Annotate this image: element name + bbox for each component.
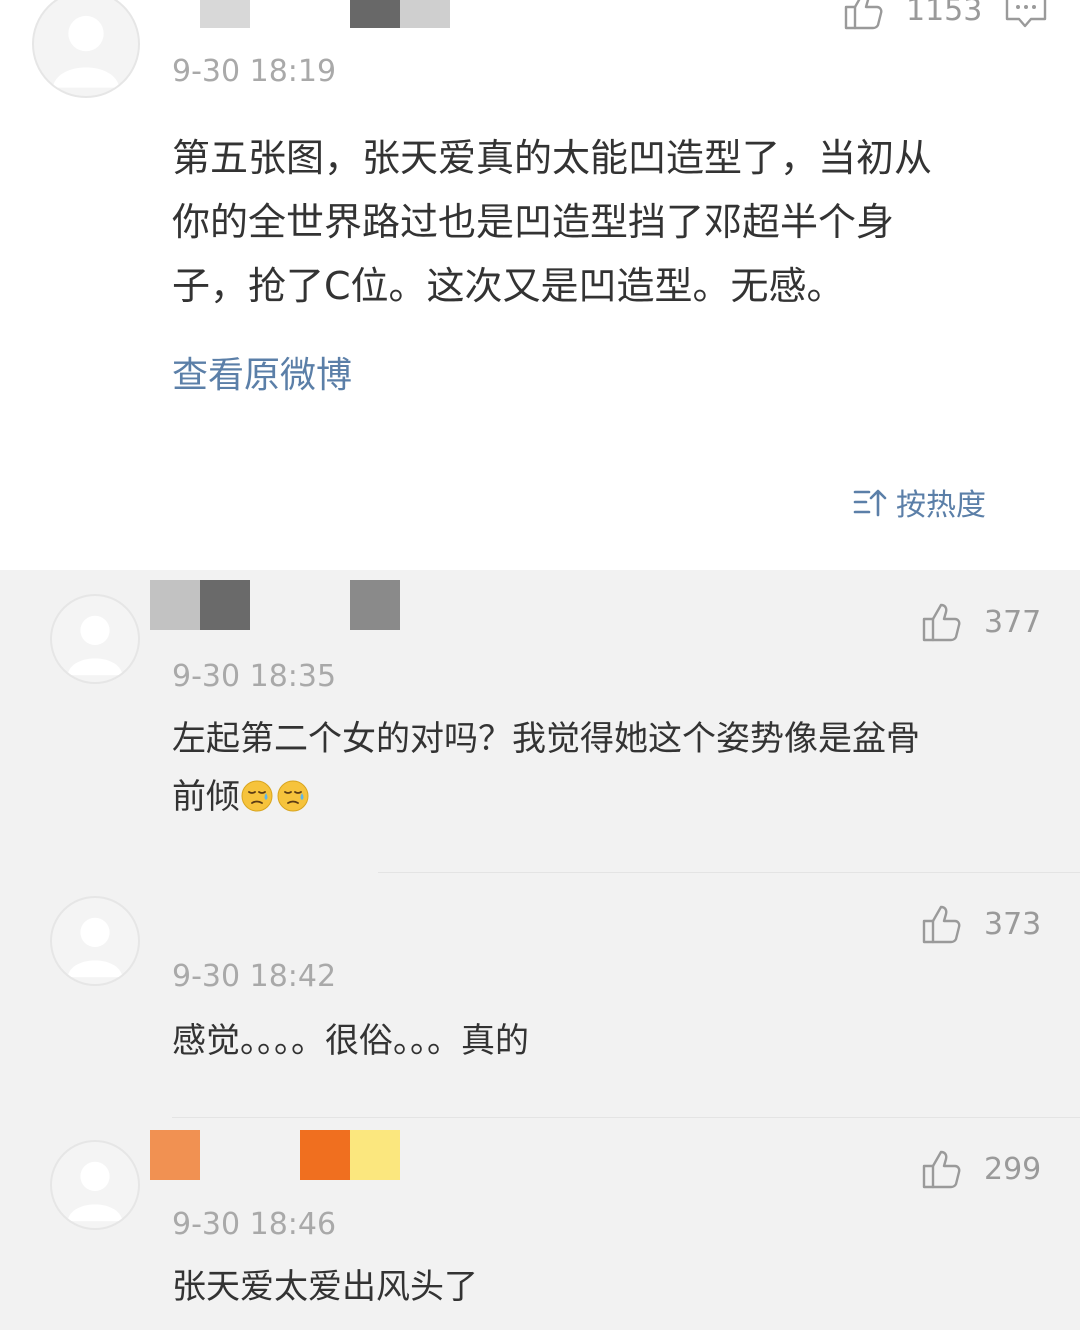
- divider: [378, 872, 1080, 873]
- avatar[interactable]: [50, 594, 140, 684]
- comment-text: 第五张图，张天爱真的太能凹造型了，当初从 你的全世界路过也是凹造型挡了邓超半个身…: [172, 126, 932, 318]
- username-mosaic: [200, 0, 450, 28]
- comment-line: 子，抢了C位。这次又是凹造型。无感。: [172, 264, 845, 308]
- comment-text: 左起第二个女的对吗？我觉得她这个姿势像是盆骨 前倾: [172, 710, 920, 826]
- like-button[interactable]: 373: [920, 902, 1041, 946]
- comment-line: 你的全世界路过也是凹造型挡了邓超半个身: [172, 200, 895, 244]
- view-original-link[interactable]: 查看原微博: [172, 346, 352, 398]
- user-silhouette-icon: [67, 615, 123, 676]
- like-count: 373: [984, 906, 1042, 942]
- like-count: 299: [984, 1151, 1042, 1187]
- like-button[interactable]: 299: [920, 1147, 1041, 1191]
- sort-label: 按热度: [896, 488, 986, 523]
- sweat-face-icon: [276, 773, 310, 812]
- comment-text: 张天爱太爱出风头了: [172, 1258, 478, 1316]
- like-count: 377: [984, 604, 1042, 640]
- like-button[interactable]: 377: [920, 600, 1041, 644]
- comment-text: 感觉。。。。很俗。。。真的: [172, 1012, 529, 1070]
- sort-icon: [853, 489, 887, 517]
- divider: [172, 1117, 1080, 1118]
- username-mosaic: [150, 580, 400, 630]
- avatar[interactable]: [50, 1140, 140, 1230]
- user-silhouette-icon: [67, 917, 123, 978]
- thumbs-up-icon: [922, 1150, 961, 1189]
- thumbs-up-icon: [922, 905, 961, 944]
- comment-line: 前倾: [172, 777, 240, 817]
- comment-time: 9-30 18:42: [172, 959, 337, 994]
- username-mosaic: [150, 1130, 400, 1180]
- sweat-face-icon: [240, 773, 274, 812]
- comment-time: 9-30 18:46: [172, 1207, 337, 1242]
- user-silhouette-icon: [67, 1161, 123, 1222]
- comment-time: 9-30 18:35: [172, 659, 337, 694]
- sort-by-hot-button[interactable]: 按热度: [852, 480, 986, 524]
- thumbs-up-icon: [922, 603, 961, 642]
- user-silhouette-icon: [52, 15, 120, 88]
- avatar[interactable]: [50, 896, 140, 986]
- main-comment: 1153 9-30 18:19 第五张图，张天爱真的太能凹造型了，当初从 你的全…: [0, 0, 1080, 570]
- comment-line: 张天爱太爱出风头了: [172, 1267, 478, 1307]
- comment-line: 第五张图，张天爱真的太能凹造型了，当初从: [172, 136, 933, 180]
- thumbs-up-icon: [844, 0, 883, 30]
- comment-time: 9-30 18:19: [172, 54, 337, 89]
- like-button[interactable]: 1153: [842, 0, 982, 32]
- comment-line: 感觉。。。。很俗。。。真的: [172, 1021, 529, 1061]
- reply-icon[interactable]: [1004, 0, 1048, 34]
- comment-line: 左起第二个女的对吗？我觉得她这个姿势像是盆骨: [172, 719, 920, 759]
- avatar[interactable]: [32, 0, 140, 98]
- like-count: 1153: [906, 0, 983, 28]
